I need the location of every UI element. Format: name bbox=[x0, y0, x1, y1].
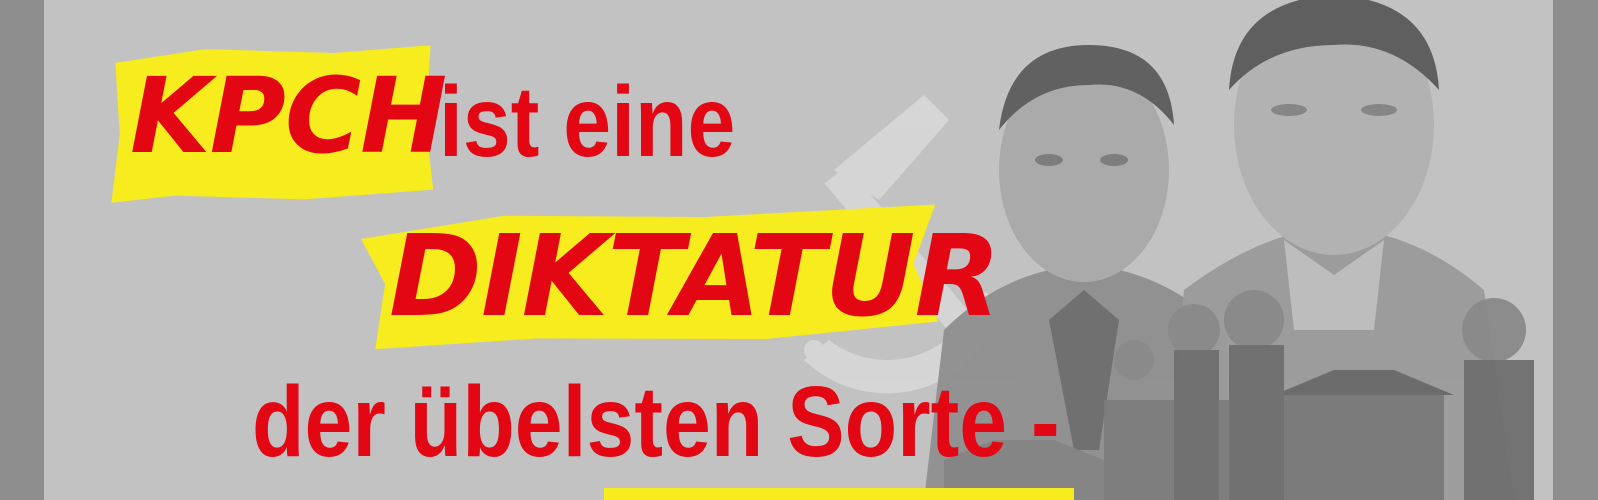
headline-highlight-kpch: KPCH bbox=[130, 55, 447, 177]
headline-line3-text: der übelsten Sorte - bbox=[252, 366, 1060, 478]
banner-panel: KPCH ist eine DIKTATUR der übelsten Sort… bbox=[44, 0, 1553, 500]
highlight-brush-3-partial bbox=[604, 488, 1074, 500]
headline-line3: der übelsten Sorte - bbox=[252, 362, 1191, 482]
banner-frame: KPCH ist eine DIKTATUR der übelsten Sort… bbox=[0, 0, 1598, 500]
headline-line1-text: ist eine bbox=[439, 66, 736, 178]
headline-highlight-diktatur: DIKTATUR bbox=[389, 212, 1001, 342]
headline-line1-rest: ist eine bbox=[439, 62, 784, 182]
